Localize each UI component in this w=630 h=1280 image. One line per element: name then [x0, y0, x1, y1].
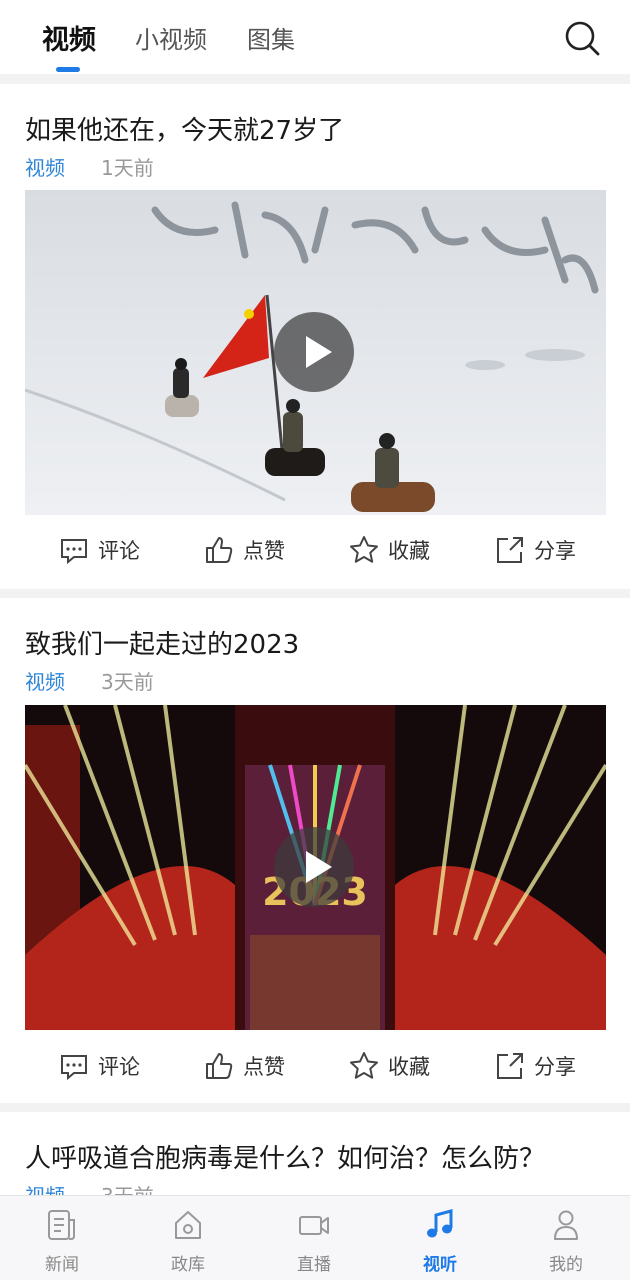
- news-icon: [48, 1210, 75, 1240]
- nav-item-gov[interactable]: 政库: [138, 1196, 238, 1280]
- nav-label: 政库: [171, 1255, 205, 1275]
- like-button[interactable]: 点赞: [203, 1036, 285, 1096]
- nav-item-media[interactable]: 视听: [390, 1196, 490, 1280]
- video-camera-icon: [299, 1216, 329, 1235]
- comment-button[interactable]: 评论: [58, 1036, 140, 1096]
- card-time: 3天前: [101, 670, 154, 694]
- top-tab-bar: 视频 小视频 图集: [0, 0, 630, 74]
- star-icon: [350, 536, 378, 563]
- nav-label: 视听: [423, 1255, 457, 1275]
- comment-label: 评论: [98, 1055, 140, 1079]
- nav-item-news[interactable]: 新闻: [12, 1196, 112, 1280]
- favorite-label: 收藏: [388, 1055, 430, 1079]
- card-actions: 评论 点赞 收藏 分享: [0, 1036, 630, 1096]
- share-label: 分享: [534, 1055, 576, 1079]
- comment-icon: [61, 1055, 87, 1081]
- feed-card[interactable]: 如果他还在，今天就27岁了 视频 1天前 评论 点赞 收藏 分享: [0, 84, 630, 589]
- favorite-button[interactable]: 收藏: [348, 1036, 430, 1096]
- nav-label: 直播: [297, 1255, 331, 1275]
- bottom-navigation: 新闻 政库 直播 视听 我的: [0, 1195, 630, 1280]
- favorite-label: 收藏: [388, 539, 430, 563]
- comment-button[interactable]: 评论: [58, 520, 140, 580]
- video-thumbnail[interactable]: 2023: [25, 705, 606, 1030]
- feed-card[interactable]: 致我们一起走过的2023 视频 3天前 评论 点赞 收藏 分享: [0, 598, 630, 1103]
- comment-label: 评论: [98, 539, 140, 563]
- user-icon: [554, 1210, 578, 1240]
- share-label: 分享: [534, 539, 576, 563]
- play-button[interactable]: [274, 312, 354, 392]
- share-button[interactable]: 分享: [494, 520, 576, 580]
- card-category: 视频: [25, 670, 65, 694]
- nav-label: 我的: [549, 1255, 583, 1275]
- active-tab-indicator: [56, 67, 80, 72]
- app-root: 视频 小视频 图集 如果他还在，今天就27岁了 视频 1天前 评论 点赞 收藏 …: [0, 0, 630, 1280]
- tab-video[interactable]: 视频: [42, 18, 96, 57]
- card-category: 视频: [25, 156, 65, 180]
- card-title[interactable]: 致我们一起走过的2023: [25, 624, 299, 661]
- card-time: 1天前: [101, 156, 154, 180]
- play-button[interactable]: [274, 827, 354, 907]
- share-icon: [497, 1053, 523, 1079]
- card-meta: 视频 1天前: [25, 152, 154, 181]
- card-meta: 视频 3天前: [25, 666, 154, 695]
- tab-gallery[interactable]: 图集: [247, 20, 295, 55]
- music-note-icon: [427, 1209, 453, 1238]
- home-icon: [175, 1211, 201, 1239]
- nav-item-mine[interactable]: 我的: [516, 1196, 616, 1280]
- like-button[interactable]: 点赞: [203, 520, 285, 580]
- card-actions: 评论 点赞 收藏 分享: [0, 520, 630, 580]
- favorite-button[interactable]: 收藏: [348, 520, 430, 580]
- nav-item-live[interactable]: 直播: [264, 1196, 364, 1280]
- search-icon[interactable]: [562, 18, 602, 58]
- thumbs-up-icon: [206, 1053, 233, 1079]
- nav-label: 新闻: [45, 1255, 79, 1275]
- like-label: 点赞: [243, 1055, 285, 1079]
- comment-icon: [61, 539, 87, 565]
- card-title[interactable]: 人呼吸道合胞病毒是什么？如何治？怎么防？: [25, 1138, 545, 1175]
- star-icon: [350, 1052, 378, 1079]
- thumbs-up-icon: [206, 537, 233, 563]
- like-label: 点赞: [243, 539, 285, 563]
- video-thumbnail[interactable]: [25, 190, 606, 515]
- share-button[interactable]: 分享: [494, 1036, 576, 1096]
- card-title[interactable]: 如果他还在，今天就27岁了: [25, 110, 344, 147]
- tab-short-video[interactable]: 小视频: [135, 20, 207, 55]
- share-icon: [497, 537, 523, 563]
